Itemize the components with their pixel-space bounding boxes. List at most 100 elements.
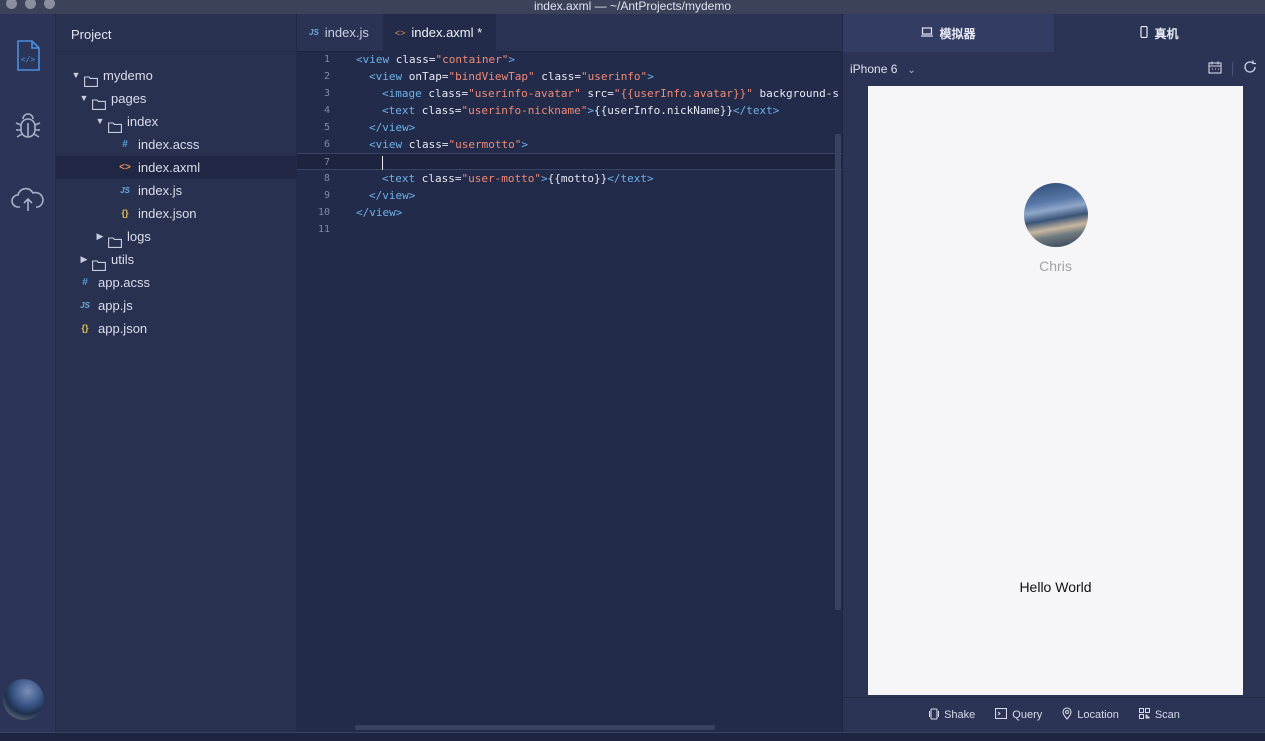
- query-label: Query: [1012, 709, 1043, 721]
- tab-simulator-label: 模拟器: [939, 26, 976, 41]
- code-file-icon[interactable]: </>: [8, 36, 48, 76]
- user-motto: Hello World: [1019, 579, 1092, 595]
- code-line[interactable]: 1 <view class="container">: [297, 51, 842, 68]
- code-token: <text: [382, 172, 422, 185]
- caret-down-icon[interactable]: ▼: [94, 110, 106, 133]
- title-bar: index.axml — ~/AntProjects/mydemo: [0, 0, 1265, 14]
- tree-item-app-acss[interactable]: # app.acss: [56, 271, 296, 294]
- tree-item-mydemo[interactable]: ▼ mydemo: [56, 64, 296, 87]
- code-line[interactable]: 10 </view>: [297, 204, 842, 221]
- folder-icon: [108, 232, 122, 248]
- tree-item-pages[interactable]: ▼ pages: [56, 87, 296, 110]
- chevron-down-icon: ⌄: [907, 65, 916, 76]
- js-file-icon: JS: [80, 301, 90, 310]
- code-token: </view>: [369, 189, 416, 202]
- code-token: "container": [435, 53, 509, 66]
- simulator-panel: 模拟器 真机 iPhone 6 ⌄ Chris Hello World Shake…: [842, 14, 1265, 732]
- code-token: >: [587, 104, 594, 117]
- line-content: </view>: [369, 119, 415, 136]
- tab-simulator[interactable]: 模拟器: [843, 14, 1054, 52]
- tree-item-label: app.json: [98, 321, 148, 336]
- line-content: <text class="userinfo-nickname">{{userIn…: [382, 102, 779, 119]
- user-avatar[interactable]: [3, 679, 44, 720]
- caret-right-icon[interactable]: ▶: [78, 248, 90, 271]
- line-number: 10: [317, 207, 330, 218]
- scan-button[interactable]: Scan: [1138, 708, 1180, 722]
- device-select[interactable]: iPhone 6 ⌄: [850, 62, 916, 76]
- tab-index-axml[interactable]: <> index.axml *: [382, 14, 497, 52]
- code-area[interactable]: 1 <view class="container"> 2 <view onTap="b…: [297, 51, 842, 238]
- code-token: >: [540, 172, 548, 185]
- tab-index-js[interactable]: JS index.js: [297, 14, 383, 52]
- tab-label: index.js: [324, 25, 369, 40]
- shake-button[interactable]: Shake: [929, 707, 975, 723]
- tree-item-utils[interactable]: ▶ utils: [56, 248, 296, 271]
- tree-item-index-axml[interactable]: <> index.axml: [56, 156, 296, 179]
- code-line[interactable]: 6 <view class="usermotto">: [297, 136, 842, 153]
- code-token: </view>: [369, 121, 416, 134]
- code-token: <text: [382, 104, 422, 117]
- code-line[interactable]: 9 </view>: [297, 187, 842, 204]
- code-token: class=: [395, 53, 436, 66]
- acss-file-icon: #: [82, 277, 88, 288]
- tree-item-index[interactable]: ▼ index: [56, 110, 296, 133]
- code-token: "usermotto": [448, 138, 522, 151]
- query-button[interactable]: Query: [995, 707, 1043, 722]
- code-line[interactable]: 11: [297, 221, 842, 238]
- text-cursor: [382, 156, 383, 170]
- code-line[interactable]: 2 <view onTap="bindViewTap" class="userin…: [297, 68, 842, 85]
- code-token: class=: [421, 104, 462, 117]
- tree-item-label: logs: [127, 229, 151, 244]
- code-token: </text>: [607, 172, 654, 185]
- line-number: 5: [323, 122, 330, 133]
- code-token: <view: [356, 53, 396, 66]
- caret-down-icon[interactable]: ▼: [70, 64, 82, 87]
- laptop-icon: [921, 26, 934, 40]
- tab-label: index.axml *: [411, 25, 483, 40]
- scan-label: Scan: [1154, 709, 1180, 721]
- code-token: {{motto}}: [547, 172, 608, 185]
- tree-item-index-acss[interactable]: # index.acss: [56, 133, 296, 156]
- tree-item-label: mydemo: [103, 68, 153, 83]
- code-line[interactable]: 8 <text class="user-motto">{{motto}}</tex…: [297, 170, 842, 187]
- location-button[interactable]: Location: [1062, 707, 1119, 723]
- horizontal-scrollbar[interactable]: [355, 725, 715, 730]
- code-token: <view: [369, 70, 409, 83]
- line-number: 7: [323, 157, 330, 168]
- code-line[interactable]: 5 </view>: [297, 119, 842, 136]
- toolbar-divider: [1232, 61, 1233, 76]
- calendar-icon[interactable]: [1208, 61, 1222, 77]
- line-content: [382, 154, 383, 171]
- phone-icon: [1140, 25, 1149, 41]
- tree-item-label: app.acss: [98, 275, 151, 290]
- acss-file-icon: #: [122, 139, 128, 150]
- line-content: <text class="user-motto">{{motto}}</text…: [382, 170, 654, 187]
- caret-right-icon[interactable]: ▶: [94, 225, 106, 248]
- tree-item-app-js[interactable]: JS app.js: [56, 294, 296, 317]
- line-number: 3: [323, 88, 330, 99]
- code-token: <image: [382, 87, 429, 100]
- scan-icon: [1138, 708, 1150, 722]
- vertical-scrollbar[interactable]: [835, 134, 841, 610]
- tree-item-index-json[interactable]: {} index.json: [56, 202, 296, 225]
- simulator-tabs: 模拟器 真机: [843, 14, 1265, 52]
- code-token: >: [508, 53, 515, 66]
- tab-real-device[interactable]: 真机: [1054, 14, 1265, 52]
- code-line[interactable]: 7: [297, 153, 842, 170]
- cloud-upload-icon[interactable]: [8, 179, 48, 219]
- code-line[interactable]: 3 <image class="userinfo-avatar" src="{{u…: [297, 85, 842, 102]
- js-file-icon: JS: [309, 28, 319, 37]
- code-token: "bindViewTap": [448, 70, 535, 83]
- code-token: class=: [534, 70, 581, 83]
- phone-screen[interactable]: Chris Hello World: [868, 86, 1243, 695]
- tree-item-app-json[interactable]: {} app.json: [56, 317, 296, 340]
- refresh-icon[interactable]: [1243, 60, 1257, 77]
- caret-down-icon[interactable]: ▼: [78, 87, 90, 110]
- code-line[interactable]: 4 <text class="userinfo-nickname">{{userI…: [297, 102, 842, 119]
- userinfo-avatar[interactable]: [1024, 183, 1088, 247]
- simulator-footer: Shake Query Location Scan: [843, 697, 1265, 732]
- project-sidebar: Project ▼ mydemo ▼ pages ▼ index # index.acss <>…: [56, 14, 297, 732]
- tree-item-index-js[interactable]: JS index.js: [56, 179, 296, 202]
- tree-item-logs[interactable]: ▶ logs: [56, 225, 296, 248]
- bug-icon[interactable]: [8, 106, 48, 146]
